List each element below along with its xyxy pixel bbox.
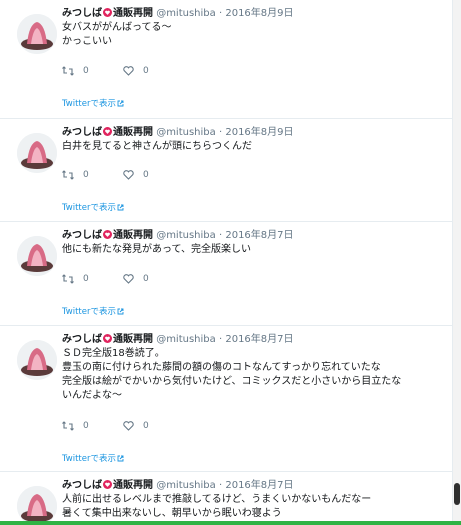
like-button[interactable]: 0 (123, 274, 149, 284)
retweet-button[interactable]: 0 (62, 66, 89, 76)
display-name[interactable]: みつしば (62, 480, 102, 491)
avatar-image-icon (17, 486, 57, 525)
view-on-twitter-link[interactable]: Twitterで表示 (62, 452, 124, 464)
external-link-icon (117, 308, 124, 315)
display-name-suffix[interactable]: 通販再開 (113, 480, 153, 491)
avatar[interactable] (17, 133, 57, 173)
heart-icon (123, 170, 134, 180)
bottom-accent-bar (0, 521, 461, 525)
tweet-item[interactable]: みつしば 通販再開 @mitushiba · 2016年8月9日 白井を見てると神… (0, 119, 452, 222)
retweet-button[interactable]: 0 (62, 274, 89, 284)
separator: · (218, 8, 223, 19)
tweet-header: みつしば 通販再開 @mitushiba · 2016年8月9日 (62, 126, 444, 140)
tweet-text: ＳＤ完全版18巻読了。 豊玉の南に付けられた藤間の額の傷のコトなんてすっかり忘れ… (62, 348, 402, 401)
tweet-date[interactable]: 2016年8月7日 (225, 230, 293, 241)
avatar-image-icon (17, 236, 57, 276)
like-button[interactable]: 0 (123, 66, 149, 76)
separator: · (218, 480, 223, 491)
heart-badge-icon (103, 230, 112, 239)
tweet-header: みつしば 通販再開 @mitushiba · 2016年8月7日 (62, 333, 444, 347)
display-name[interactable]: みつしば (62, 230, 102, 241)
heart-icon (123, 274, 134, 284)
heart-badge-icon (103, 334, 112, 343)
retweet-button[interactable]: 0 (62, 170, 89, 180)
tweet-text: 他にも新たな発見があって、完全版楽しい (62, 244, 251, 255)
tweet-date[interactable]: 2016年8月7日 (225, 480, 293, 491)
like-button[interactable]: 0 (123, 421, 149, 431)
user-handle[interactable]: @mitushiba (156, 480, 216, 491)
retweet-icon (62, 66, 74, 76)
display-name[interactable]: みつしば (62, 8, 102, 19)
display-name[interactable]: みつしば (62, 334, 102, 345)
external-link-icon (117, 100, 124, 107)
like-count: 0 (143, 170, 149, 180)
user-handle[interactable]: @mitushiba (156, 127, 216, 138)
tweet-item[interactable]: みつしば 通販再開 @mitushiba · 2016年8月9日 女バスががんばっ… (0, 0, 452, 119)
avatar[interactable] (17, 486, 57, 525)
heart-icon (123, 66, 134, 76)
tweet-date[interactable]: 2016年8月9日 (225, 127, 293, 138)
tweet-timeline[interactable]: みつしば 通販再開 @mitushiba · 2016年8月9日 女バスががんばっ… (0, 0, 453, 525)
retweet-button[interactable]: 0 (62, 421, 89, 431)
external-link-icon (117, 455, 124, 462)
avatar-image-icon (17, 133, 57, 173)
avatar[interactable] (17, 14, 57, 54)
like-count: 0 (143, 274, 149, 284)
display-name-suffix[interactable]: 通販再開 (113, 334, 153, 345)
view-on-twitter-link[interactable]: Twitterで表示 (62, 305, 124, 317)
tweet-text: 女バスががんばってる〜 かっこいい (62, 22, 172, 47)
separator: · (218, 334, 223, 345)
tweet-header: みつしば 通販再開 @mitushiba · 2016年8月7日 (62, 479, 444, 493)
display-name-suffix[interactable]: 通販再開 (113, 127, 153, 138)
separator: · (218, 230, 223, 241)
like-count: 0 (143, 421, 149, 431)
tweet-text: 白井を見てると神さんが頭にちらつくんだ (62, 141, 252, 152)
view-on-twitter-link[interactable]: Twitterで表示 (62, 97, 124, 109)
tweet-item[interactable]: みつしば 通販再開 @mitushiba · 2016年8月7日 ＳＤ完全版18巻… (0, 326, 452, 472)
scrollbar-track[interactable] (453, 0, 461, 525)
user-handle[interactable]: @mitushiba (156, 334, 216, 345)
avatar-image-icon (17, 340, 57, 380)
tweet-item[interactable]: みつしば 通販再開 @mitushiba · 2016年8月7日 他にも新たな発見… (0, 222, 452, 326)
retweet-count: 0 (83, 66, 89, 76)
tweet-date[interactable]: 2016年8月7日 (225, 334, 293, 345)
avatar-image-icon (17, 14, 57, 54)
retweet-count: 0 (83, 274, 89, 284)
separator: · (218, 127, 223, 138)
tweet-header: みつしば 通販再開 @mitushiba · 2016年8月9日 (62, 7, 444, 21)
tweet-item[interactable]: みつしば 通販再開 @mitushiba · 2016年8月7日 人前に出せるレベ… (0, 472, 452, 525)
external-link-icon (117, 204, 124, 211)
retweet-icon (62, 170, 74, 180)
tweet-header: みつしば 通販再開 @mitushiba · 2016年8月7日 (62, 229, 444, 243)
heart-icon (123, 421, 134, 431)
avatar[interactable] (17, 236, 57, 276)
retweet-count: 0 (83, 170, 89, 180)
tweet-date[interactable]: 2016年8月9日 (225, 8, 293, 19)
user-handle[interactable]: @mitushiba (156, 230, 216, 241)
avatar[interactable] (17, 340, 57, 380)
display-name-suffix[interactable]: 通販再開 (113, 230, 153, 241)
view-on-twitter-link[interactable]: Twitterで表示 (62, 201, 124, 213)
retweet-count: 0 (83, 421, 89, 431)
tweet-text: 人前に出せるレベルまで推敲してるけど、うまくいかないもんだなー 暑くて集中出来な… (62, 494, 372, 519)
display-name[interactable]: みつしば (62, 127, 102, 138)
heart-badge-icon (103, 480, 112, 489)
retweet-icon (62, 274, 74, 284)
heart-badge-icon (103, 127, 112, 136)
heart-badge-icon (103, 8, 112, 17)
scrollbar-thumb[interactable] (454, 483, 460, 505)
user-handle[interactable]: @mitushiba (156, 8, 216, 19)
like-count: 0 (143, 66, 149, 76)
like-button[interactable]: 0 (123, 170, 149, 180)
display-name-suffix[interactable]: 通販再開 (113, 8, 153, 19)
retweet-icon (62, 421, 74, 431)
